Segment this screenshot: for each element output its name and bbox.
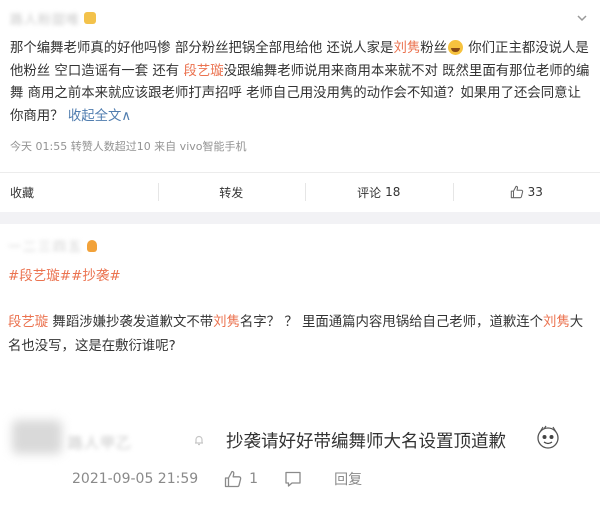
member-badge-icon	[87, 239, 98, 252]
collapse-text-link[interactable]: 收起全文	[68, 109, 122, 124]
section-separator	[0, 212, 600, 224]
reply-text: 抄袭请好好带编舞师大名设置顶道歉	[226, 432, 506, 452]
mention-link[interactable]: 段艺璇	[183, 64, 223, 79]
reply-like-count: 1	[249, 471, 259, 487]
author-name[interactable]: 路人粉甜唯	[10, 9, 80, 28]
post-text: 那个编舞老师真的好他吗惨 部分粉丝把锅全部甩给他 还说人家是刘隽粉丝 你们正主都…	[10, 38, 592, 128]
favorite-button[interactable]: 收藏	[0, 173, 158, 211]
forward-button[interactable]: 转发	[157, 173, 306, 211]
text-segment: 那个编舞老师真的好他吗惨 部分粉丝把锅全部甩给他 还说人家是	[10, 41, 394, 56]
comment-label: 评论	[357, 185, 382, 200]
post-meta: 今天 01:55 转赞人数超过10 来自 vivo智能手机	[10, 140, 247, 153]
comment-bubble-icon[interactable]	[284, 470, 302, 488]
author-name[interactable]: 一二三四五	[8, 236, 83, 255]
sticker-face-icon	[537, 425, 559, 449]
thumbs-up-icon[interactable]	[224, 470, 242, 488]
post-text: 段艺璇 舞蹈涉嫌抄袭发道歉文不带刘隽名字？ ？ 里面通篇内容甩锅给自己老师，道歉…	[8, 311, 594, 359]
member-badge-icon	[195, 435, 203, 446]
like-button[interactable]: 33	[452, 173, 600, 211]
forward-label: 转发	[219, 185, 244, 200]
text-segment: 粉丝	[420, 41, 448, 56]
favorite-label: 收藏	[10, 185, 35, 200]
collapse-text-link[interactable]: ∧	[121, 109, 131, 124]
weibo-post-card: 路人粉甜唯 那个编舞老师真的好他吗惨 部分粉丝把锅全部甩给他 还说人家是刘隽粉丝…	[0, 0, 600, 212]
hashtag-row: #段艺璇##抄袭#	[8, 264, 121, 284]
mention-link[interactable]: 段艺璇	[8, 315, 48, 330]
text-segment: 舞蹈涉嫌抄袭发道歉文不带	[48, 315, 214, 330]
chevron-down-icon[interactable]	[576, 12, 588, 24]
like-count: 33	[527, 185, 543, 199]
post-header: 一二三四五	[8, 236, 98, 255]
hashtag-link[interactable]: #抄袭#	[71, 268, 121, 284]
reply-timestamp: 2021-09-05 21:59	[72, 471, 199, 487]
mention-link[interactable]: 刘隽	[393, 41, 420, 56]
hashtag-link[interactable]: #段艺璇#	[8, 268, 71, 284]
post-action-bar: 收藏 转发 评论 18 33	[0, 173, 600, 211]
member-badge-icon	[84, 12, 97, 24]
reply-button[interactable]: 回复	[334, 469, 362, 489]
mention-link[interactable]: 刘隽	[543, 315, 570, 330]
mention-link[interactable]: 刘隽	[213, 315, 240, 330]
avatar[interactable]	[12, 420, 62, 454]
comment-button[interactable]: 评论 18	[305, 173, 453, 211]
post-header: 路人粉甜唯	[10, 8, 97, 28]
reply-author-name[interactable]: 路人甲乙	[68, 432, 132, 453]
grin-emoji-icon	[448, 40, 464, 55]
comment-count: 18	[385, 185, 401, 199]
reply-meta-row: 2021-09-05 21:59 1 回复	[72, 468, 362, 490]
text-segment: 名字？ ？ 里面通篇内容甩锅给自己老师，道歉连个	[239, 315, 544, 330]
thumbs-up-icon	[510, 185, 523, 199]
